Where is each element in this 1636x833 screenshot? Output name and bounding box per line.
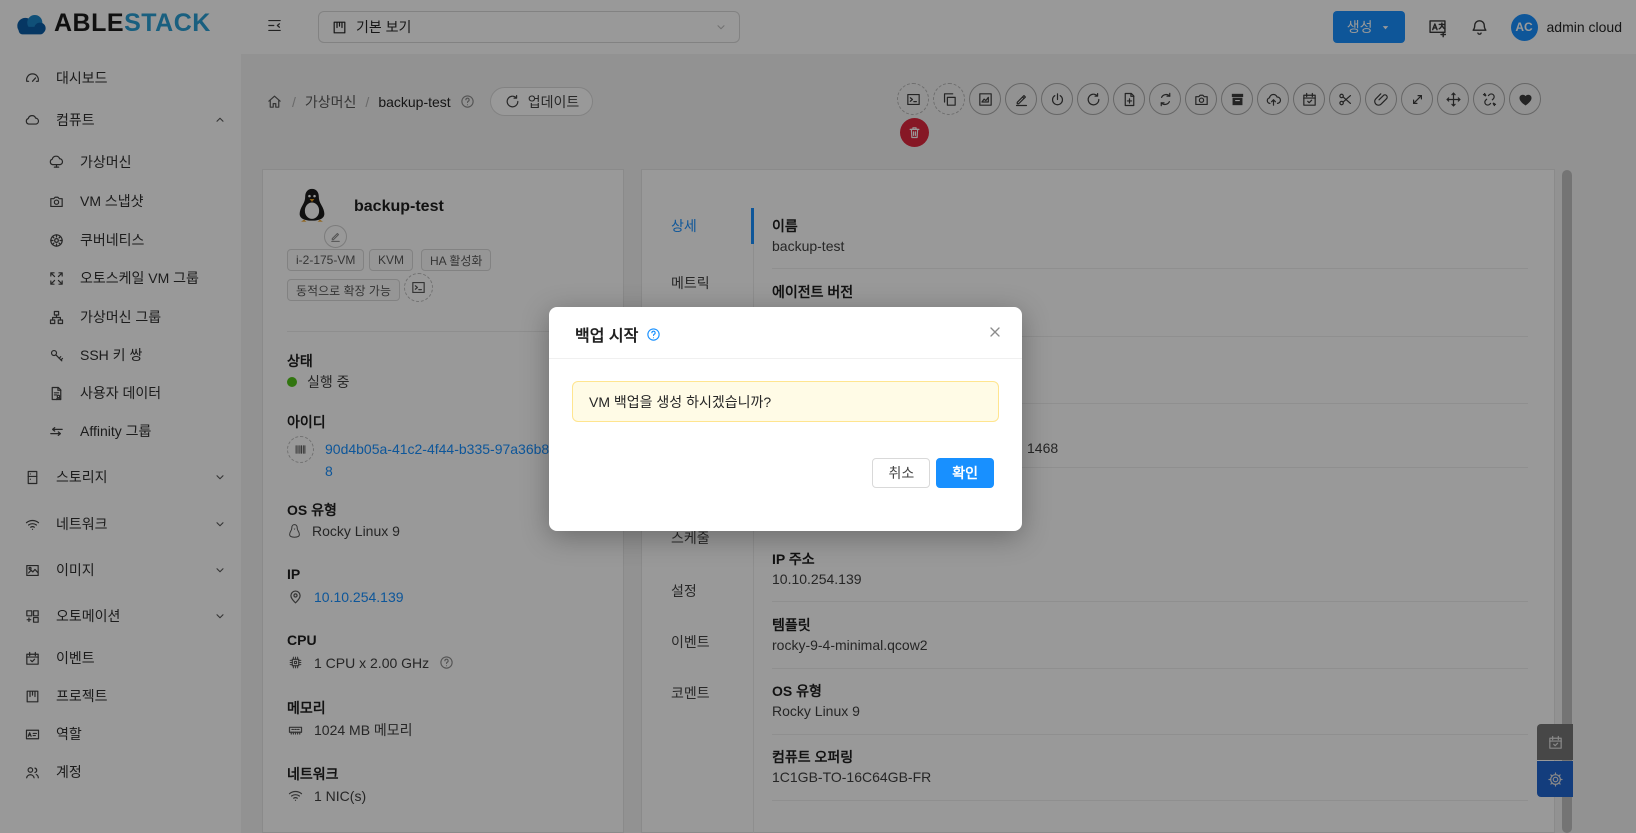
cancel-button[interactable]: 취소 [872, 458, 930, 488]
confirm-message-alert: VM 백업을 생성 하시겠습니까? [572, 381, 999, 422]
modal-title: 백업 시작 [575, 322, 638, 346]
divider [549, 358, 1022, 359]
start-backup-modal: 백업 시작 VM 백업을 생성 하시겠습니까? 취소 확인 [549, 307, 1022, 531]
close-icon[interactable] [987, 324, 1003, 340]
help-question-icon[interactable] [646, 327, 661, 342]
ok-button[interactable]: 확인 [936, 458, 994, 488]
